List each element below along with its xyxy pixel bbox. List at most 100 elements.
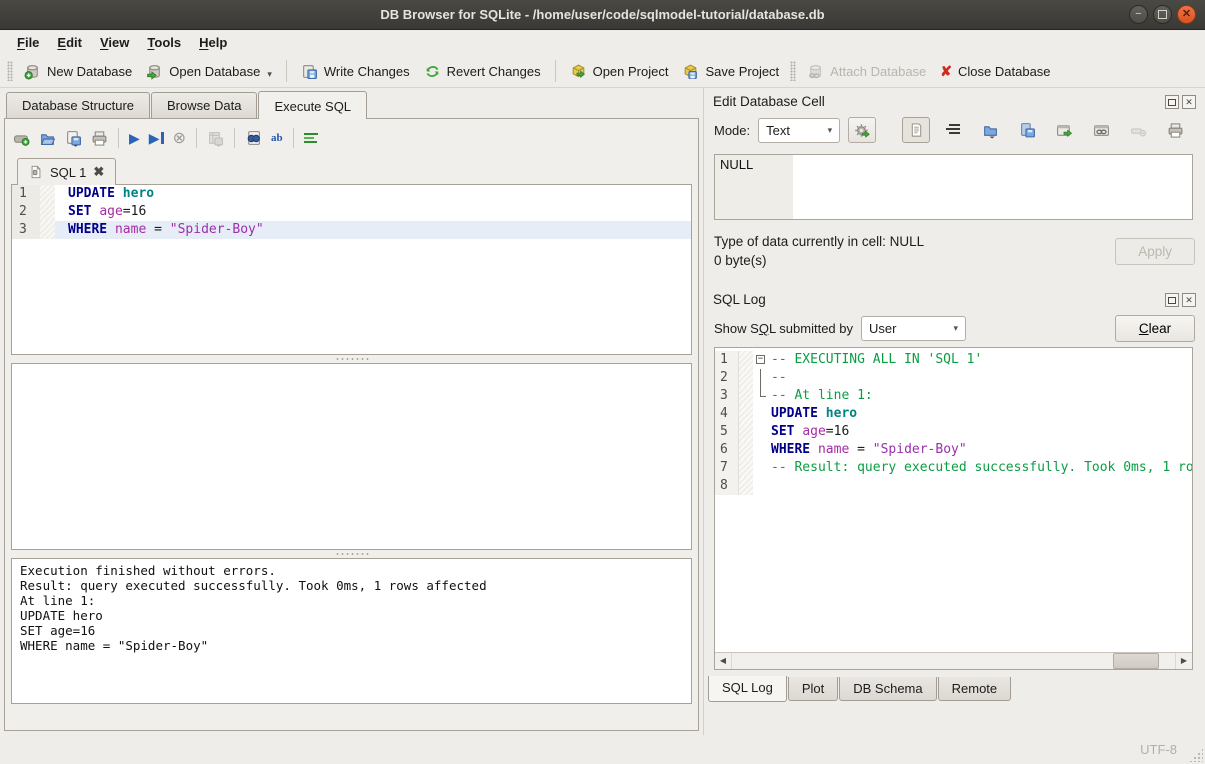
resize-grip[interactable] [1189, 748, 1203, 762]
format-sql-icon[interactable] [304, 132, 319, 145]
apply-button: Apply [1115, 238, 1195, 265]
sql-editor[interactable]: 1 UPDATE hero 2 SET age=16 3 WHERE name … [11, 184, 692, 355]
tab-sql-log[interactable]: SQL Log [708, 676, 787, 702]
titlebar[interactable]: DB Browser for SQLite - /home/user/code/… [0, 0, 1205, 30]
minimize-icon[interactable]: − [1129, 5, 1148, 24]
new-database-button[interactable]: New Database [17, 59, 139, 84]
fold-tree-corner [753, 387, 769, 405]
execute-all-icon[interactable]: ▶ [129, 130, 140, 147]
scroll-right-icon[interactable]: ▶ [1175, 653, 1192, 669]
write-changes-button[interactable]: Write Changes [294, 59, 417, 84]
code-line[interactable]: 1 UPDATE hero [12, 185, 691, 203]
attach-database-label: Attach Database [830, 64, 926, 79]
save-project-button[interactable]: Save Project [675, 59, 786, 84]
tab-browse-data[interactable]: Browse Data [151, 92, 257, 118]
log-line: 7-- Result: query executed successfully.… [715, 459, 1192, 477]
sql-tab[interactable]: SQL 1 ✖ [17, 158, 116, 185]
close-database-button[interactable]: ✘ Close Database [933, 60, 1057, 83]
mode-select[interactable]: Text ▾ [758, 118, 840, 143]
word-wrap-button[interactable] [939, 117, 967, 143]
menu-view[interactable]: View [91, 32, 138, 53]
close-database-label: Close Database [958, 64, 1051, 79]
close-dock-icon[interactable]: ✕ [1182, 95, 1196, 109]
window-title: DB Browser for SQLite - /home/user/code/… [0, 7, 1205, 22]
toolbar-separator [118, 128, 119, 148]
execution-log[interactable]: Execution finished without errors. Resul… [11, 558, 692, 704]
text-document-button[interactable] [902, 117, 930, 143]
find-replace-icon[interactable]: ab [271, 132, 283, 144]
import-mode-button[interactable] [848, 117, 876, 143]
find-icon[interactable] [245, 130, 262, 147]
fold-margin [739, 441, 753, 459]
revert-changes-icon [424, 63, 441, 80]
attach-database-icon [807, 63, 824, 80]
close-sql-tab-icon[interactable]: ✖ [93, 164, 104, 180]
log-line: 4 UPDATE hero [715, 405, 1192, 423]
menu-tools[interactable]: Tools [138, 32, 190, 53]
dock-tabbar: SQL Log Plot DB Schema Remote [704, 677, 1205, 704]
splitter-handle[interactable] [11, 550, 692, 558]
print-icon[interactable] [91, 130, 108, 147]
tab-remote[interactable]: Remote [938, 677, 1012, 701]
line-number: 1 [12, 185, 40, 203]
scrollbar-thumb[interactable] [1113, 653, 1159, 669]
print-cell-button[interactable] [1161, 117, 1189, 143]
fold-marker-collapse[interactable]: − [753, 351, 769, 369]
fold-spacer [753, 423, 769, 441]
export-data-button[interactable] [1013, 117, 1041, 143]
save-sql-file-icon[interactable] [65, 130, 82, 147]
sql-log-view[interactable]: 1−-- EXECUTING ALL IN 'SQL 1' 2-- 3-- At… [714, 347, 1193, 670]
scrollbar-track[interactable] [732, 653, 1175, 669]
open-external-button[interactable] [1050, 117, 1078, 143]
open-database-dropdown-icon[interactable]: ▾ [267, 69, 272, 80]
open-project-button[interactable]: Open Project [563, 59, 676, 84]
import-data-button[interactable] [976, 117, 1004, 143]
cell-value-area[interactable] [793, 155, 1192, 219]
log-text: UPDATE hero [769, 405, 857, 423]
copy-link-button[interactable] [1087, 117, 1115, 143]
tab-plot[interactable]: Plot [788, 677, 838, 701]
close-dock-icon[interactable]: ✕ [1182, 293, 1196, 307]
menu-file[interactable]: File [8, 32, 48, 53]
menu-edit[interactable]: Edit [48, 32, 91, 53]
submitted-by-select[interactable]: User ▾ [861, 316, 966, 341]
encoding-indicator[interactable]: UTF-8 [1140, 742, 1177, 757]
stop-execution-icon: ⊗ [173, 128, 186, 148]
fold-margin [739, 423, 753, 441]
link-icon [1093, 122, 1110, 139]
toolbar-drag-handle[interactable] [7, 61, 13, 81]
play-glyph: ▶ [149, 130, 160, 147]
code-line-current[interactable]: 3 WHERE name = "Spider-Boy" [12, 221, 691, 239]
tab-db-schema[interactable]: DB Schema [839, 677, 936, 701]
close-icon[interactable]: ✕ [1177, 5, 1196, 24]
cell-value-editor[interactable]: NULL [714, 154, 1193, 220]
new-sql-tab-icon[interactable] [13, 130, 30, 147]
open-database-button[interactable]: Open Database ▾ [139, 59, 279, 84]
set-null-button [1124, 117, 1152, 143]
save-project-label: Save Project [705, 64, 779, 79]
toolbar-drag-handle[interactable] [790, 61, 796, 81]
line-number: 4 [715, 405, 739, 423]
float-dock-icon[interactable] [1165, 95, 1179, 109]
sql-log-title: SQL Log [713, 292, 766, 307]
open-sql-file-icon[interactable] [39, 130, 56, 147]
execute-current-line-icon[interactable]: ▶ [149, 130, 164, 147]
line-number: 3 [715, 387, 739, 405]
main-content: Database Structure Browse Data Execute S… [0, 88, 1205, 735]
open-project-icon [570, 63, 587, 80]
splitter-handle[interactable] [11, 355, 692, 363]
menu-help[interactable]: Help [190, 32, 236, 53]
revert-changes-button[interactable]: Revert Changes [417, 59, 548, 84]
scroll-left-icon[interactable]: ◀ [715, 653, 732, 669]
float-dock-icon[interactable] [1165, 293, 1179, 307]
clear-log-button[interactable]: Clear [1115, 315, 1195, 342]
line-number: 2 [12, 203, 40, 221]
results-pane[interactable] [11, 363, 692, 550]
horizontal-scrollbar[interactable]: ◀ ▶ [715, 652, 1192, 669]
log-text: WHERE name = "Spider-Boy" [769, 441, 967, 459]
code-line[interactable]: 2 SET age=16 [12, 203, 691, 221]
tab-execute-sql[interactable]: Execute SQL [258, 91, 367, 119]
maximize-icon[interactable] [1153, 5, 1172, 24]
statusbar: UTF-8 [0, 735, 1205, 764]
tab-database-structure[interactable]: Database Structure [6, 92, 150, 118]
